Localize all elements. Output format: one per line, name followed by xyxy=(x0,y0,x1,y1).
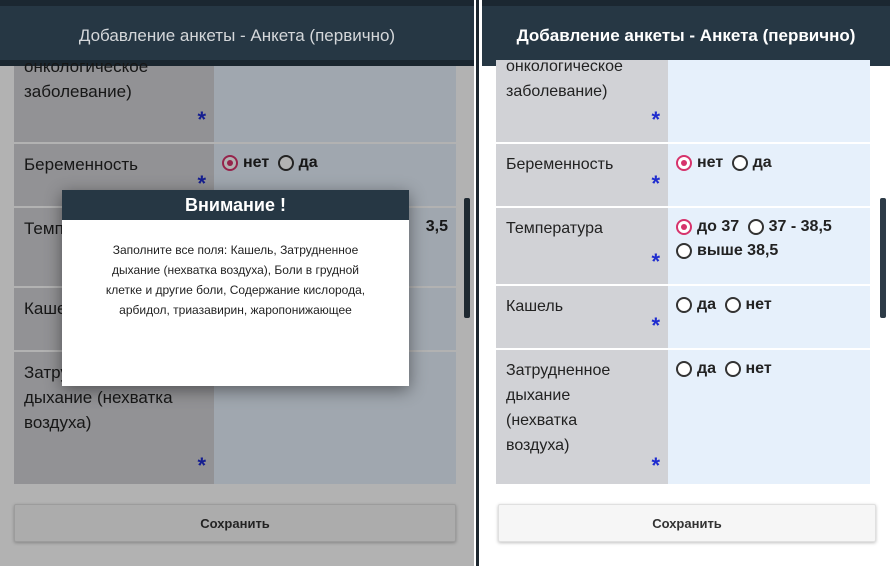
radio-option-37-38-5[interactable]: 37 - 38,5 xyxy=(747,218,832,236)
option-label: нет xyxy=(745,360,772,377)
form-row-temperature: Температура * до 37 37 - 38,5 выше 38,5 xyxy=(496,208,870,286)
right-screen: Добавление анкеты - Анкета (первично) он… xyxy=(482,0,890,566)
radio-option-no[interactable]: нет xyxy=(724,360,772,378)
radio-unchecked-icon[interactable] xyxy=(676,297,692,313)
form-row-value: до 37 37 - 38,5 выше 38,5 xyxy=(668,208,870,284)
scrollbar-thumb[interactable] xyxy=(880,198,886,318)
label-text: заболевание) xyxy=(506,83,608,100)
form-row-label: Затрудненное дыхание (нехватка воздуха) … xyxy=(496,350,668,488)
option-label: до 37 xyxy=(697,218,740,235)
radio-unchecked-icon[interactable] xyxy=(676,361,692,377)
form-row-label: Температура * xyxy=(496,208,668,284)
radio-option-no[interactable]: нет xyxy=(676,154,723,172)
questionnaire-form: онкологическое заболевание) * Беременнос… xyxy=(496,58,870,490)
radio-unchecked-icon[interactable] xyxy=(676,243,692,259)
option-label: нет xyxy=(745,296,772,313)
form-row-value: да нет xyxy=(668,286,870,348)
label-text: Затрудненное дыхание (нехватка воздуха) xyxy=(506,362,611,454)
option-label: да xyxy=(697,360,717,377)
radio-option-up-to-37[interactable]: до 37 xyxy=(676,218,739,236)
page-title: Добавление анкеты - Анкета (первично) xyxy=(78,26,396,45)
left-screen: Добавление анкеты - Анкета (первично) он… xyxy=(0,0,474,566)
radio-unchecked-icon[interactable] xyxy=(747,219,764,235)
page-title: Добавление анкеты - Анкета (первично) xyxy=(516,26,856,45)
label-text: Кашель xyxy=(506,298,564,315)
label-text: Беременность xyxy=(506,156,614,173)
option-label: да xyxy=(752,154,772,171)
save-button[interactable]: Сохранить xyxy=(498,504,876,542)
alert-dialog: Внимание ! Заполните все поля: Кашель, З… xyxy=(62,190,409,386)
save-bar: Сохранить xyxy=(482,484,890,566)
option-label: 37 - 38,5 xyxy=(768,218,832,235)
radio-checked-icon[interactable] xyxy=(676,219,692,235)
required-star-icon: * xyxy=(651,453,660,478)
radio-checked-icon[interactable] xyxy=(676,155,692,171)
radio-unchecked-icon[interactable] xyxy=(724,297,741,313)
form-row-disease: онкологическое заболевание) * xyxy=(496,58,870,144)
radio-option-yes[interactable]: да xyxy=(676,360,716,378)
form-row-value xyxy=(668,60,870,142)
radio-unchecked-icon[interactable] xyxy=(731,155,748,171)
form-row-value: да нет xyxy=(668,350,870,488)
form-row-pregnancy: Беременность * нет да xyxy=(496,144,870,208)
required-star-icon: * xyxy=(651,249,660,274)
label-cut-text: онкологическое xyxy=(506,58,623,75)
radio-option-above-38-5[interactable]: выше 38,5 xyxy=(676,242,778,260)
required-star-icon: * xyxy=(651,171,660,196)
form-row-label: Беременность * xyxy=(496,144,668,206)
dialog-message: Заполните все поля: Кашель, Затрудненное… xyxy=(105,243,366,317)
form-row-label: онкологическое заболевание) * xyxy=(496,58,668,142)
required-star-icon: * xyxy=(651,313,660,338)
radio-option-yes[interactable]: да xyxy=(676,296,716,314)
screen-divider-line xyxy=(476,0,479,566)
radio-option-no[interactable]: нет xyxy=(724,296,772,314)
required-star-icon: * xyxy=(651,107,660,132)
form-row-value: нет да xyxy=(668,144,870,206)
label-text: Температура xyxy=(506,220,603,237)
option-label: выше 38,5 xyxy=(697,242,779,259)
option-label: нет xyxy=(697,154,724,171)
radio-option-yes[interactable]: да xyxy=(731,154,772,172)
form-row-label: Кашель * xyxy=(496,286,668,348)
option-label: да xyxy=(697,296,717,313)
dialog-title: Внимание ! xyxy=(62,190,409,220)
form-row-cough: Кашель * да нет xyxy=(496,286,870,350)
form-row-breathing: Затрудненное дыхание (нехватка воздуха) … xyxy=(496,350,870,490)
radio-unchecked-icon[interactable] xyxy=(724,361,741,377)
